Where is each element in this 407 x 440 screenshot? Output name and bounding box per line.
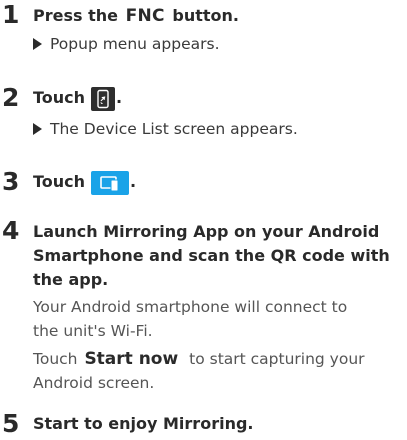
- step-heading-line-3: the app.: [33, 270, 109, 289]
- step-note-line-2: the unit's Wi-Fi.: [33, 322, 153, 340]
- step-result: Popup menu appears.: [33, 32, 220, 56]
- result-text: The Device List screen appears.: [50, 120, 298, 138]
- heading-text-pre: Press the: [33, 6, 118, 25]
- heading-text-post: .: [130, 172, 137, 191]
- start-now-label: Start now: [84, 349, 179, 369]
- step-note-2-line-1: Touch Start now to start capturing your: [33, 347, 365, 371]
- step-note-2-line-2: Android screen.: [33, 374, 155, 392]
- step-result: The Device List screen appears.: [33, 117, 298, 141]
- step-heading-line-1: Launch Mirroring App on your Android: [33, 222, 380, 241]
- step-heading-line-2: Smartphone and scan the QR code with: [33, 246, 390, 265]
- step-note-line-1: Your Android smartphone will connect to: [33, 298, 348, 316]
- note-text-pre: Touch: [33, 350, 78, 368]
- mirroring-screen-icon: [91, 171, 130, 202]
- result-arrow-icon: [33, 123, 42, 135]
- step-heading: Press the FNC button.: [33, 4, 239, 28]
- step-number: 4: [2, 216, 20, 245]
- heading-text-post: .: [116, 88, 123, 107]
- step-heading: Touch .: [33, 86, 122, 118]
- step-heading: Start to enjoy Mirroring.: [33, 414, 254, 433]
- step-number: 2: [2, 83, 20, 112]
- heading-text-pre: Touch: [33, 88, 86, 107]
- step-number: 5: [2, 409, 20, 438]
- heading-text-post: button.: [172, 6, 239, 25]
- step-heading: Touch .: [33, 170, 136, 202]
- result-text: Popup menu appears.: [50, 35, 220, 53]
- result-arrow-icon: [33, 38, 42, 50]
- step-number: 3: [2, 167, 20, 196]
- device-list-phone-icon: [91, 87, 116, 118]
- heading-text-pre: Touch: [33, 172, 86, 191]
- note-text-post: to start capturing your: [189, 350, 365, 368]
- step-number: 1: [2, 0, 20, 29]
- fnc-key-label: FNC: [125, 6, 165, 26]
